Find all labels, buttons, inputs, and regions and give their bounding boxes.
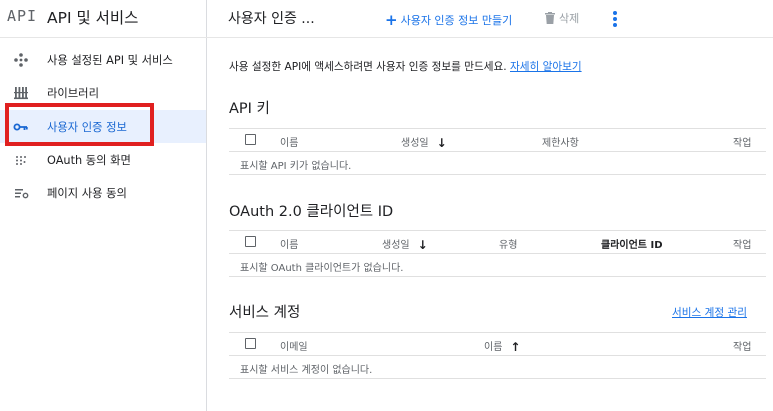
col-client-id[interactable]: 클라이언트 ID	[601, 236, 663, 251]
highlight-box	[5, 103, 154, 146]
sidebar-item-label: 라이브러리	[47, 87, 99, 100]
trash-icon	[545, 12, 555, 27]
diamond-dots-icon	[12, 51, 30, 69]
col-email[interactable]: 이메일	[280, 338, 308, 353]
empty-message: 표시할 서비스 계정이 없습니다.	[240, 365, 373, 376]
sidebar-item-label: 페이지 사용 동의	[47, 187, 127, 200]
sidebar-item-enabled-apis[interactable]: 사용 설정된 API 및 서비스	[0, 43, 206, 76]
page-description: 사용 설정한 API에 액세스하려면 사용자 인증 정보를 만드세요. 자세히 …	[229, 61, 582, 73]
sidebar-title: API 및 서비스	[47, 9, 139, 27]
col-created[interactable]: 생성일 ↓	[382, 236, 428, 252]
col-name[interactable]: 이름	[280, 134, 298, 149]
page-title: 사용자 인증 ...	[228, 11, 315, 27]
arrow-down-icon: ↓	[417, 238, 428, 252]
arrow-up-icon: ↑	[510, 340, 521, 354]
oauth-title: OAuth 2.0 클라이언트 ID	[229, 204, 394, 220]
service-accounts-title: 서비스 계정	[229, 305, 301, 321]
col-actions: 작업	[733, 138, 752, 149]
col-created[interactable]: 생성일 ↓	[401, 134, 447, 150]
delete-button[interactable]: 삭제	[545, 10, 579, 27]
settings-list-icon	[12, 184, 30, 202]
table-header: 이름 생성일 ↓ 유형 클라이언트 ID 작업	[229, 230, 766, 254]
col-actions: 작업	[733, 240, 752, 251]
empty-row: 표시할 서비스 계정이 없습니다.	[229, 356, 766, 379]
api-logo: API	[7, 7, 38, 25]
col-restrictions: 제한사항	[542, 138, 579, 149]
col-type[interactable]: 유형	[499, 236, 517, 251]
dots-grid-icon	[12, 151, 30, 169]
library-icon	[12, 84, 30, 102]
select-all-checkbox[interactable]	[245, 338, 256, 349]
col-actions: 작업	[733, 342, 752, 353]
more-vert-icon[interactable]	[609, 8, 621, 28]
learn-more-link[interactable]: 자세히 알아보기	[510, 61, 582, 73]
empty-row: 표시할 API 키가 없습니다.	[229, 152, 766, 175]
empty-row: 표시할 OAuth 클라이언트가 없습니다.	[229, 254, 766, 277]
sidebar-item-label: 사용 설정된 API 및 서비스	[47, 54, 173, 67]
plus-icon: +	[385, 11, 398, 29]
table-header: 이메일 이름 ↑ 작업	[229, 332, 766, 356]
manage-service-accounts-link[interactable]: 서비스 계정 관리	[672, 305, 747, 320]
empty-message: 표시할 API 키가 없습니다.	[240, 161, 352, 172]
empty-message: 표시할 OAuth 클라이언트가 없습니다.	[240, 263, 404, 274]
api-keys-title: API 키	[229, 101, 270, 117]
sidebar-item-label: OAuth 동의 화면	[47, 154, 131, 167]
sidebar-item-page-usage-agreements[interactable]: 페이지 사용 동의	[0, 176, 206, 209]
select-all-checkbox[interactable]	[245, 236, 256, 247]
table-header: 이름 생성일 ↓ 제한사항 작업	[229, 128, 766, 152]
sidebar-item-oauth-consent[interactable]: OAuth 동의 화면	[0, 143, 206, 176]
arrow-down-icon: ↓	[436, 136, 447, 150]
select-all-checkbox[interactable]	[245, 134, 256, 145]
col-name[interactable]: 이름 ↑	[484, 338, 521, 354]
create-credentials-button[interactable]: + 사용자 인증 정보 만들기	[385, 10, 512, 29]
col-name[interactable]: 이름	[280, 236, 298, 251]
